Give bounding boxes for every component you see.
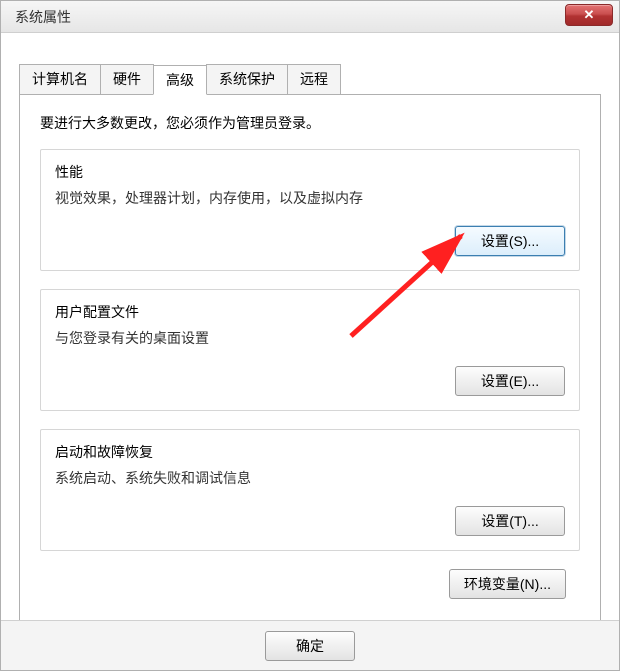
performance-settings-button[interactable]: 设置(S)... xyxy=(455,226,565,256)
advanced-tab-panel: 要进行大多数更改，您必须作为管理员登录。 性能 视觉效果，处理器计划，内存使用，… xyxy=(19,94,601,624)
performance-desc: 视觉效果，处理器计划，内存使用，以及虚拟内存 xyxy=(55,188,565,208)
user-profiles-settings-button[interactable]: 设置(E)... xyxy=(455,366,565,396)
tab-system-protection[interactable]: 系统保护 xyxy=(206,64,288,94)
dialog-footer: 确定 xyxy=(1,620,619,670)
user-profiles-group: 用户配置文件 与您登录有关的桌面设置 设置(E)... xyxy=(40,289,580,411)
tab-hardware[interactable]: 硬件 xyxy=(100,64,154,94)
window-title: 系统属性 xyxy=(15,7,71,27)
close-button[interactable]: ✕ xyxy=(565,4,613,26)
tab-label: 远程 xyxy=(300,71,328,87)
client-area: 计算机名 硬件 高级 系统保护 远程 要进行大多数更改，您必须作为管理员登录。 … xyxy=(1,56,619,670)
startup-settings-button[interactable]: 设置(T)... xyxy=(455,506,565,536)
startup-recovery-group: 启动和故障恢复 系统启动、系统失败和调试信息 设置(T)... xyxy=(40,429,580,551)
tab-strip: 计算机名 硬件 高级 系统保护 远程 xyxy=(19,64,601,94)
system-properties-window: 系统属性 ✕ 计算机名 硬件 高级 系统保护 远程 要进行大多数更改，您必须作为… xyxy=(0,0,620,671)
performance-group: 性能 视觉效果，处理器计划，内存使用，以及虚拟内存 设置(S)... xyxy=(40,149,580,271)
tab-label: 高级 xyxy=(166,72,194,88)
user-profiles-title: 用户配置文件 xyxy=(55,302,565,322)
tab-computer-name[interactable]: 计算机名 xyxy=(19,64,101,94)
tab-label: 计算机名 xyxy=(32,71,88,87)
performance-title: 性能 xyxy=(55,162,565,182)
close-icon: ✕ xyxy=(584,7,595,23)
startup-desc: 系统启动、系统失败和调试信息 xyxy=(55,468,565,488)
tab-label: 硬件 xyxy=(113,71,141,87)
titlebar: 系统属性 ✕ xyxy=(1,1,619,33)
admin-notice: 要进行大多数更改，您必须作为管理员登录。 xyxy=(40,113,580,133)
environment-variables-button[interactable]: 环境变量(N)... xyxy=(449,569,566,599)
tab-label: 系统保护 xyxy=(219,71,275,87)
env-vars-row: 环境变量(N)... xyxy=(40,569,580,599)
tab-remote[interactable]: 远程 xyxy=(287,64,341,94)
tab-advanced[interactable]: 高级 xyxy=(153,65,207,95)
startup-title: 启动和故障恢复 xyxy=(55,442,565,462)
ok-button[interactable]: 确定 xyxy=(265,631,355,661)
user-profiles-desc: 与您登录有关的桌面设置 xyxy=(55,328,565,348)
